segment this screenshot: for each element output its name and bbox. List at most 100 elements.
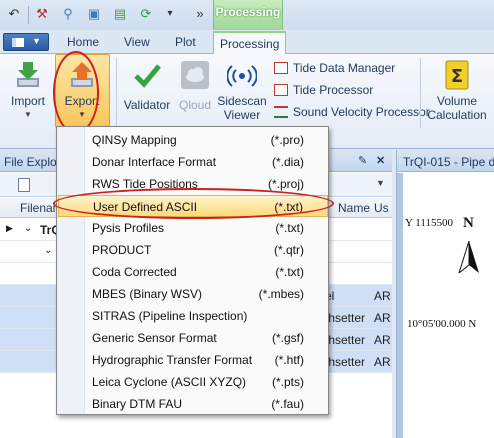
tab-plot[interactable]: Plot [175,35,196,49]
qloud-button[interactable]: Qloud [176,60,214,112]
menu-item-label: Donar Interface Format [92,155,217,169]
tab-processing[interactable]: Processing [213,31,287,55]
row-name: thsetter [325,355,366,369]
menu-item-leica-cyclone[interactable]: Leica Cyclone (ASCII XYZQ) (*.pts) [58,371,328,393]
zoom-extent-icon[interactable]: ▣ [86,6,102,22]
sound-velocity-processor-label: Sound Velocity Processor [293,105,430,119]
row-name: thsetter [325,311,366,325]
menu-item-label: Coda Corrected [92,265,177,279]
sidescan-viewer-button[interactable]: Sidescan Viewer [217,60,267,122]
menu-item-extension: (*.gsf) [271,331,304,345]
y-coordinate-label: Y 1115500 [405,217,453,229]
menu-item-hydrographic-transfer-format[interactable]: Hydrographic Transfer Format (*.htf) [58,349,328,371]
menu-item-preduct[interactable]: PRODUCT (*.qtr) [58,239,328,261]
volume-calculation-label: Volume Calculation [427,94,487,122]
quick-access-toolbar: ↶ ⚒ ⚲ ▣ ▤ ⟳ ▾ » Processing [0,0,494,30]
expand-icon[interactable]: ▶ [6,223,13,234]
menu-item-annotation-circle [53,188,334,219]
context-tab-group: Processing [213,0,283,30]
menu-item-label: PRODUCT [92,243,152,257]
collapse-chevron-icon[interactable]: ⌄ [44,245,52,256]
tide-processor-icon [274,84,288,96]
close-icon[interactable]: ✕ [376,154,385,167]
tide-processor-label: Tide Processor [293,83,374,97]
row-user: AR [374,333,391,347]
map-tab[interactable]: TrQI-015 - Pipe de [397,150,494,172]
map-canvas[interactable]: Y 1115500 N 10°05'00.000 N [397,173,494,438]
tide-data-manager-label: Tide Data Manager [293,61,396,75]
checkmark-icon [134,64,161,88]
north-arrow-icon [458,241,479,273]
ribbon-separator [420,58,421,128]
row-user: AR [374,289,391,303]
menu-item-sitras[interactable]: SITRAS (Pipeline Inspection) [58,305,328,327]
menu-item-extension: (*.pts) [271,375,304,389]
menu-item-label: QINSy Mapping [92,133,177,147]
customize-caret-icon[interactable]: ▾ [162,6,178,22]
validator-label: Validator [123,98,171,112]
pin-icon[interactable]: ✎ [358,154,367,167]
export-annotation-circle [53,51,99,134]
sigma-icon: Σ [445,60,469,90]
menu-item-generic-sensor-format[interactable]: Generic Sensor Format (*.gsf) [58,327,328,349]
refresh-icon[interactable]: ⟳ [138,6,154,22]
cloud-icon [181,61,209,89]
menu-item-extension: (*.pro) [270,133,304,147]
chevron-down-icon: ▼ [32,36,41,46]
menu-item-extension: (*.htf) [274,353,304,367]
menu-item-extension: (*.txt) [275,221,304,235]
menu-item-coda-corrected[interactable]: Coda Corrected (*.txt) [58,261,328,283]
collapse-chevron-icon[interactable]: ⌄ [24,223,32,234]
volume-calculation-button[interactable]: Σ Volume Calculation [424,60,490,122]
menu-item-label: Binary DTM FAU [92,397,183,411]
import-dropdown-icon: ▼ [24,110,32,119]
zoom-icon[interactable]: ⚲ [60,6,76,22]
menu-item-label: Hydrographic Transfer Format [92,353,253,367]
column-user[interactable]: Us [374,201,389,215]
app-menu-icon [12,38,24,47]
tide-data-icon [274,62,288,74]
menu-item-pysis-profiles[interactable]: Pysis Profiles (*.txt) [58,217,328,239]
export-dropdown-menu: QINSy Mapping (*.pro) Donar Interface Fo… [56,126,329,415]
row-user: AR [374,355,391,369]
menu-item-extension: (*.fau) [271,397,304,411]
sound-velocity-processor-button[interactable]: Sound Velocity Processor [274,105,430,119]
undo-icon[interactable]: ↶ [6,6,22,22]
import-icon [17,62,39,87]
menu-item-extension: (*.proj) [267,177,304,191]
menu-item-label: SITRAS (Pipeline Inspection) [92,309,248,323]
row-name: thsetter [325,333,366,347]
menu-item-mbes-binary-wsv[interactable]: MBES (Binary WSV) (*.mbes) [58,283,328,305]
context-group-label: Processing [215,5,281,19]
tool-icon[interactable]: ⚒ [34,6,50,22]
document-icon[interactable] [18,178,30,192]
menu-item-label: Pysis Profiles [92,221,165,235]
menu-item-donar-interface-format[interactable]: Donar Interface Format (*.dia) [58,151,328,173]
north-label: N [463,215,474,231]
svg-text:Σ: Σ [451,66,463,87]
column-name[interactable]: Name [338,201,370,215]
menu-item-binary-dtm-fau[interactable]: Binary DTM FAU (*.fau) [58,393,328,415]
import-label: Import [10,94,45,108]
menu-item-label: MBES (Binary WSV) [92,287,203,301]
tide-data-manager-button[interactable]: Tide Data Manager [274,61,395,75]
qloud-label: Qloud [178,98,212,112]
menu-item-label: Generic Sensor Format [92,331,217,345]
import-button[interactable]: Import ▼ [6,60,50,122]
menu-item-extension: (*.qtr) [274,243,304,257]
menu-item-qinsy-mapping[interactable]: QINSy Mapping (*.pro) [58,129,328,151]
toolbar-dropdown-icon[interactable]: ▼ [376,178,385,188]
menu-item-extension: (*.mbes) [258,287,304,301]
tab-home[interactable]: Home [67,35,99,49]
application-menu-button[interactable]: ▼ [3,33,49,51]
menu-item-extension: (*.dia) [271,155,304,169]
chart-icon[interactable]: ▤ [112,6,128,22]
tab-view[interactable]: View [124,35,150,49]
ribbon-separator [116,58,117,128]
menu-item-extension: (*.txt) [275,265,304,279]
validator-button[interactable]: Validator [122,60,172,112]
more-commands-icon[interactable]: » [192,6,208,22]
menu-item-label: Leica Cyclone (ASCII XYZQ) [92,375,247,389]
tide-processor-button[interactable]: Tide Processor [274,83,373,97]
map-panel: TrQI-015 - Pipe de Y 1115500 N 10°05'00.… [396,150,494,438]
